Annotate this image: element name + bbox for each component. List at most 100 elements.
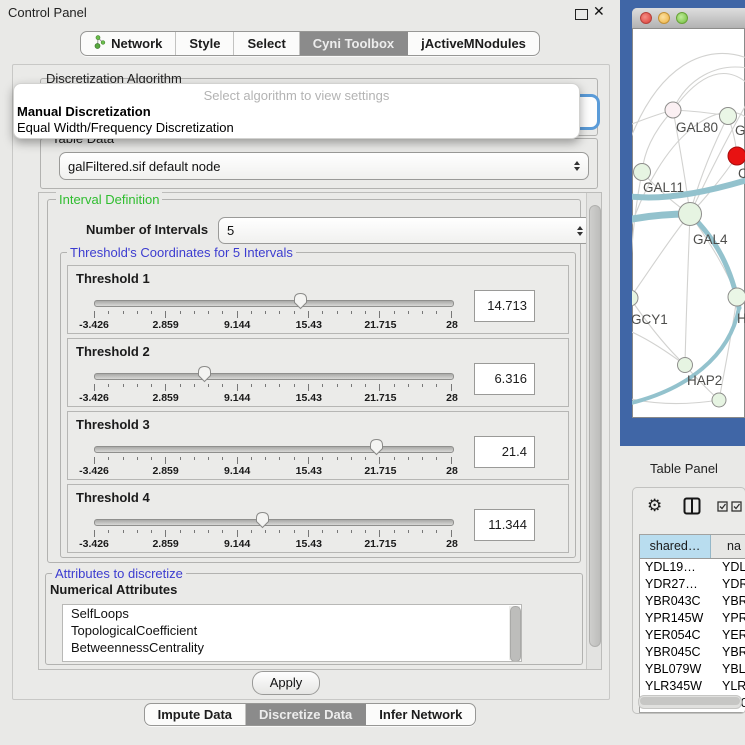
threshold-slider[interactable]: -3.4262.8599.14415.4321.71528 [94, 290, 452, 330]
attribute-item[interactable]: TopologicalCoefficient [63, 622, 521, 639]
horizontal-scrollbar[interactable] [638, 695, 742, 709]
tab-label: Select [247, 36, 285, 51]
column-header-name[interactable]: na [711, 535, 745, 558]
threshold-value-box[interactable]: 11.344 [474, 509, 535, 541]
network-window-titlebar[interactable] [632, 8, 745, 29]
stepper-icon [574, 161, 580, 171]
threshold-slider[interactable]: -3.4262.8599.14415.4321.71528 [94, 436, 452, 476]
network-edge[interactable] [642, 110, 673, 172]
columns-icon[interactable] [683, 497, 701, 518]
tab-infer-network[interactable]: Infer Network [366, 704, 475, 725]
network-window-frame: GAL80GACGAL11GAL4GCY1HHAP2 [620, 0, 745, 446]
algorithm-option-equal-width[interactable]: Equal Width/Frequency Discretization [17, 120, 234, 135]
network-edge[interactable] [632, 330, 685, 365]
network-edge[interactable] [632, 172, 642, 298]
slider-track[interactable] [94, 519, 454, 526]
float-icon[interactable] [575, 9, 588, 20]
scrollbar-thumb[interactable] [589, 205, 601, 647]
tab-style[interactable]: Style [176, 32, 234, 55]
attribute-item[interactable]: BetweennessCentrality [63, 639, 521, 656]
apply-button[interactable]: Apply [252, 671, 320, 695]
algorithm-option-manual[interactable]: Manual Discretization [17, 104, 151, 119]
threshold-value-box[interactable]: 14.713 [474, 290, 535, 322]
number-of-intervals-combobox[interactable]: 5 [218, 217, 592, 244]
tab-select[interactable]: Select [234, 32, 299, 55]
minimize-traffic-light[interactable] [658, 12, 670, 24]
slider-tick-labels: -3.4262.8599.14415.4321.71528 [94, 392, 452, 403]
tab-jactivemnodules[interactable]: jActiveMNodules [408, 32, 539, 55]
scrollbar-thumb[interactable] [640, 697, 740, 705]
tab-label: Infer Network [379, 707, 462, 722]
table-row[interactable]: YBR045CYBR0 [640, 644, 745, 661]
zoom-traffic-light[interactable] [676, 12, 688, 24]
table-row[interactable]: YPR145WYPR1 [640, 610, 745, 627]
slider-track[interactable] [94, 300, 454, 307]
vertical-scrollbar[interactable] [586, 193, 601, 669]
table-row[interactable]: YLR345WYLR3 [640, 678, 745, 695]
numerical-attributes-list[interactable]: SelfLoopsTopologicalCoefficientBetweenne… [62, 604, 522, 662]
network-node-label: GA [735, 123, 745, 138]
network-edge[interactable] [690, 214, 737, 297]
slider-track[interactable] [94, 373, 454, 380]
tick-label: 2.859 [152, 319, 178, 331]
table-row[interactable]: YER054CYER0 [640, 627, 745, 644]
table-row[interactable]: YDL19…YDL1 [640, 559, 745, 576]
slider-thumb[interactable] [293, 292, 308, 310]
node-table[interactable]: shared… na YDL19…YDL1YDR27…YDR2YBR043CYB… [639, 534, 745, 713]
slider-thumb[interactable] [255, 511, 270, 529]
gear-icon[interactable]: ⚙ [647, 496, 662, 516]
table-header[interactable]: shared… na [640, 535, 745, 559]
slider-track[interactable] [94, 446, 454, 453]
tick-label: 28 [446, 319, 458, 331]
tab-label: jActiveMNodules [421, 36, 526, 51]
tick-label: -3.426 [79, 465, 109, 477]
network-canvas[interactable]: GAL80GACGAL11GAL4GCY1HHAP2 [632, 29, 745, 418]
table-row[interactable]: YBR043CYBR0 [640, 593, 745, 610]
tab-network[interactable]: Network [81, 32, 176, 55]
threshold-slider[interactable]: -3.4262.8599.14415.4321.71528 [94, 363, 452, 403]
close-traffic-light[interactable] [640, 12, 652, 24]
slider-thumb[interactable] [369, 438, 384, 456]
tab-impute-data[interactable]: Impute Data [145, 704, 246, 725]
slider-ticks [94, 530, 452, 537]
threshold-value-box[interactable]: 21.4 [474, 436, 535, 468]
tick-label: 28 [446, 392, 458, 404]
network-node[interactable] [679, 203, 702, 226]
network-node[interactable] [720, 108, 737, 125]
thresholds-group-title: Threshold's Coordinates for 5 Intervals [67, 245, 296, 260]
table-row[interactable]: YDR27…YDR2 [640, 576, 745, 593]
network-edge[interactable] [673, 67, 745, 110]
network-node-label: HAP2 [687, 373, 722, 388]
close-icon[interactable]: ✕ [593, 3, 605, 20]
number-of-intervals-label: Number of Intervals [86, 222, 208, 237]
table-data-combobox[interactable]: galFiltered.sif default node [59, 152, 589, 180]
network-node[interactable] [634, 164, 651, 181]
threshold-slider[interactable]: -3.4262.8599.14415.4321.71528 [94, 509, 452, 549]
threshold-value-box[interactable]: 6.316 [474, 363, 535, 395]
network-node[interactable] [665, 102, 681, 118]
attribute-item[interactable]: SelfLoops [63, 605, 521, 622]
numerical-attributes-label: Numerical Attributes [50, 582, 177, 597]
attributes-scrollbar[interactable] [509, 606, 520, 660]
network-node[interactable] [728, 147, 745, 165]
tab-cyni-toolbox[interactable]: Cyni Toolbox [300, 32, 408, 55]
tab-discretize-data[interactable]: Discretize Data [246, 704, 366, 725]
table-row[interactable]: YBL079WYBL0 [640, 661, 745, 678]
panel-title: Control Panel [8, 5, 87, 20]
tick-label: -3.426 [79, 319, 109, 331]
tab-label: Network [111, 36, 162, 51]
network-edge[interactable] [685, 214, 690, 365]
checkbox-icons[interactable] [717, 501, 742, 512]
network-node[interactable] [678, 358, 693, 373]
threshold-panel: Threshold 4 -3.4262.8599.14415.4321.7152… [67, 484, 569, 553]
slider-thumb[interactable] [197, 365, 212, 383]
network-edge[interactable] [632, 214, 690, 298]
network-node[interactable] [728, 288, 745, 306]
tick-label: 28 [446, 465, 458, 477]
network-edge[interactable] [632, 298, 685, 365]
network-node[interactable] [632, 290, 638, 306]
tick-label: 9.144 [224, 392, 250, 404]
network-node[interactable] [712, 393, 726, 407]
slider-ticks [94, 457, 452, 464]
column-header-shared-name[interactable]: shared… [640, 535, 711, 558]
